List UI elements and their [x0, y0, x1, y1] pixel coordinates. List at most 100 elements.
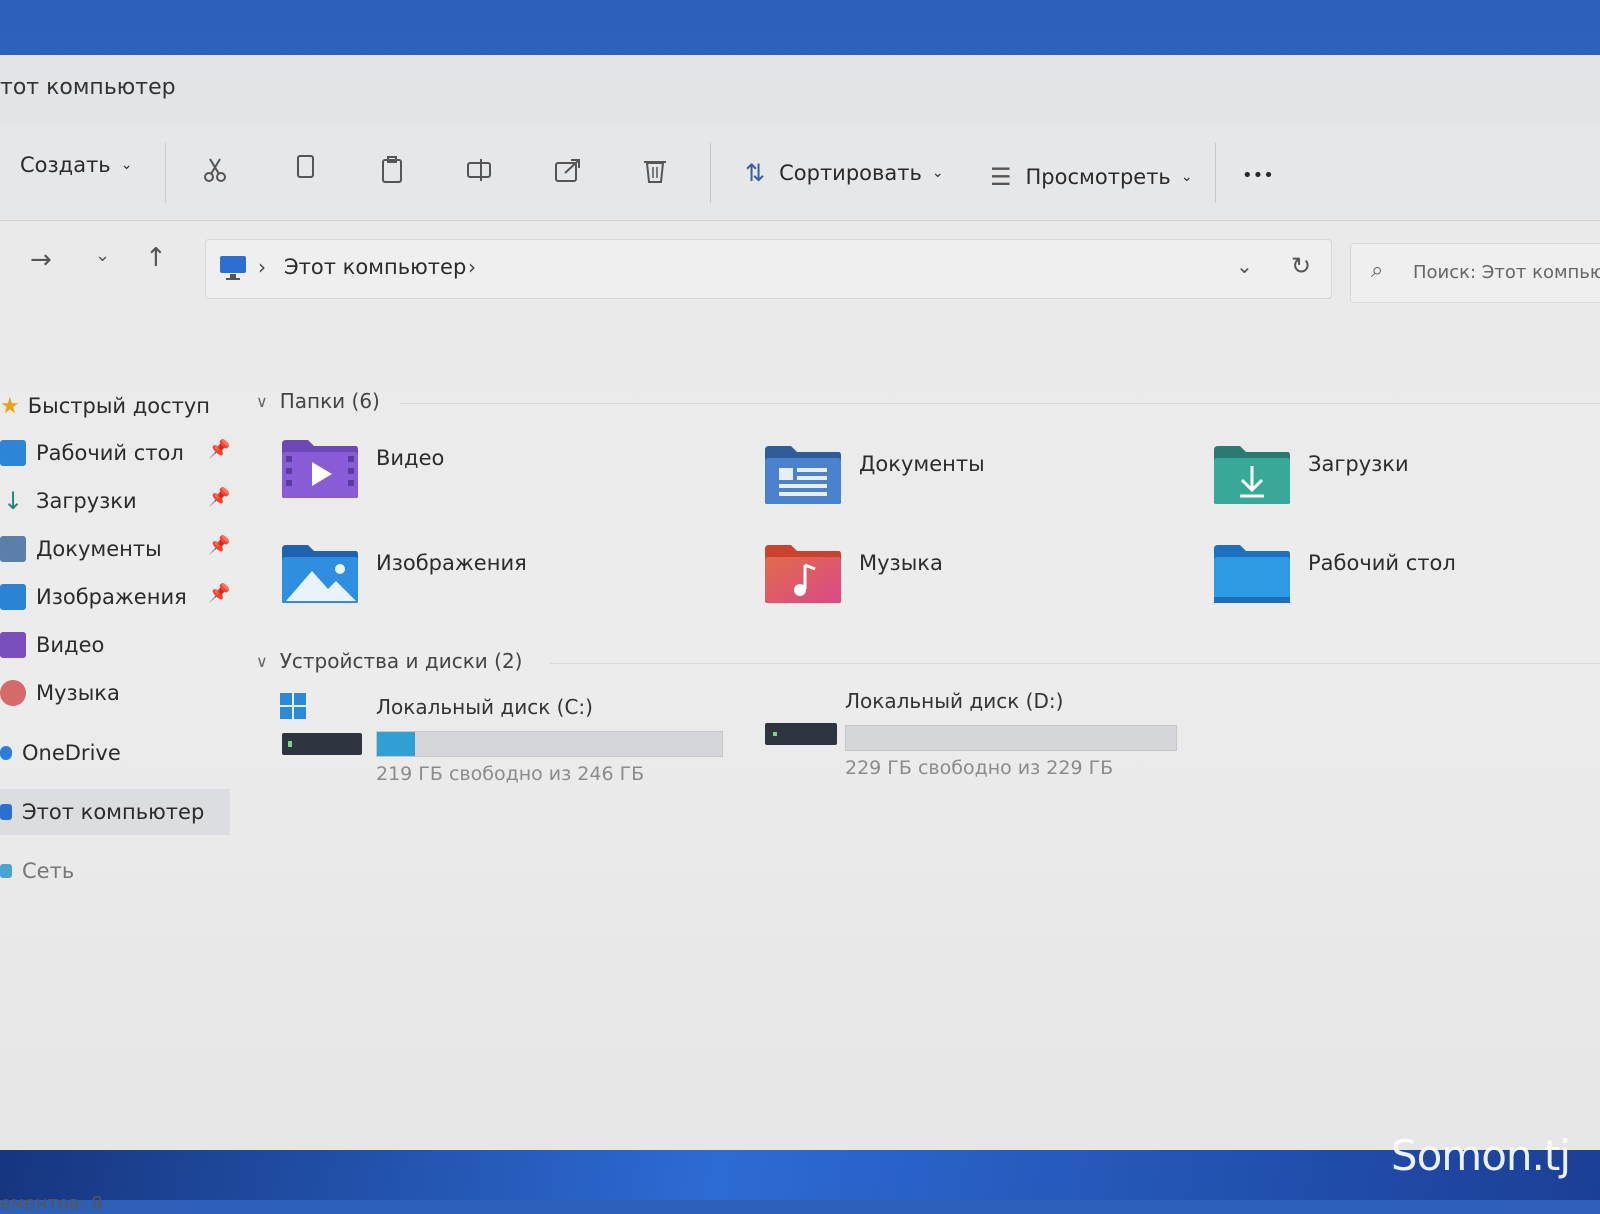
- folder-documents[interactable]: Документы: [763, 444, 985, 506]
- window-title: тот компьютер: [0, 75, 176, 100]
- sidebar-label: Музыка: [36, 681, 120, 705]
- sidebar-label: Рабочий стол: [36, 441, 184, 465]
- sidebar-label: Загрузки: [36, 489, 137, 513]
- search-box[interactable]: ⌕ Поиск: Этот компьютер: [1350, 243, 1600, 303]
- sidebar-item-pictures[interactable]: Изображения: [0, 577, 187, 617]
- hard-drive-icon: [765, 723, 837, 745]
- folder-desktop[interactable]: Рабочий стол: [1212, 543, 1456, 605]
- more-label: •••: [1242, 165, 1274, 186]
- navigation-row: → ⌄ ↑ › Этот компьютер › ⌄ ↻ ⌕ Поиск: Эт…: [0, 221, 1600, 311]
- chevron-down-icon: ∨: [256, 651, 268, 671]
- rename-icon[interactable]: [465, 155, 495, 185]
- view-button[interactable]: ☰ Просмотреть ⌄: [990, 163, 1193, 191]
- watermark-logo: Somon.tj: [1390, 1131, 1571, 1180]
- title-bar[interactable]: тот компьютер: [0, 55, 1600, 125]
- sidebar-label: Этот компьютер: [22, 800, 205, 824]
- view-label: Просмотреть: [1025, 165, 1171, 189]
- drive-usage-fill: [377, 732, 415, 756]
- devices-section-header[interactable]: ∨ Устройства и диски (2): [256, 649, 522, 673]
- sort-label: Сортировать: [779, 161, 922, 185]
- chevron-down-icon: ∨: [256, 391, 268, 411]
- sort-button[interactable]: ⇅ Сортировать ⌄: [745, 159, 944, 187]
- section-divider: [400, 403, 1600, 404]
- view-icon: ☰: [990, 163, 1012, 191]
- folders-section-header[interactable]: ∨ Папки (6): [256, 389, 380, 413]
- drive-free-space: 229 ГБ свободно из 229 ГБ: [845, 757, 1114, 779]
- pin-icon[interactable]: 📌: [208, 487, 230, 508]
- share-icon[interactable]: [553, 155, 583, 185]
- more-options-button[interactable]: •••: [1242, 165, 1274, 186]
- folders-header-label: Папки (6): [279, 389, 380, 413]
- items-count: ементов: 8: [0, 1193, 103, 1214]
- forward-arrow-icon[interactable]: →: [30, 245, 52, 275]
- pin-icon[interactable]: 📌: [208, 439, 230, 460]
- folder-label: Загрузки: [1308, 452, 1409, 476]
- sidebar-item-this-pc[interactable]: Этот компьютер: [0, 789, 230, 835]
- sidebar-item-onedrive[interactable]: OneDrive: [0, 733, 121, 773]
- status-bar: ементов: 8: [0, 1193, 103, 1214]
- search-icon: ⌕: [1371, 258, 1384, 283]
- pin-icon[interactable]: 📌: [208, 535, 230, 556]
- sidebar-label: Быстрый доступ: [27, 394, 211, 418]
- address-bar[interactable]: › Этот компьютер › ⌄ ↻: [205, 239, 1332, 299]
- cut-icon[interactable]: [200, 155, 230, 185]
- pictures-folder-icon: [282, 545, 358, 603]
- drive-c[interactable]: Локальный диск (C:) 219 ГБ свободно из 2…: [280, 691, 730, 785]
- sidebar-item-downloads[interactable]: ↓ Загрузки: [0, 481, 137, 521]
- video-icon: [0, 632, 26, 658]
- create-button[interactable]: Создать ⌄: [20, 153, 132, 177]
- folder-videos[interactable]: Видео: [280, 438, 444, 500]
- folder-label: Музыка: [859, 551, 943, 575]
- folder-pictures[interactable]: Изображения: [280, 543, 527, 605]
- download-arrow-icon: ↓: [2, 487, 24, 515]
- drive-label: Локальный диск (C:): [376, 695, 593, 719]
- pin-icon[interactable]: 📌: [208, 583, 230, 604]
- sidebar-item-music[interactable]: Музыка: [0, 673, 120, 713]
- sidebar-item-documents[interactable]: Документы: [0, 529, 162, 569]
- drive-d[interactable]: Локальный диск (D:) 229 ГБ свободно из 2…: [763, 685, 1213, 779]
- desktop-folder-icon: [0, 440, 26, 466]
- system-drive-icon: [280, 693, 362, 755]
- recent-locations-chevron-icon[interactable]: ⌄: [95, 245, 110, 266]
- breadcrumb-this-pc[interactable]: Этот компьютер: [284, 255, 466, 279]
- drive-usage-bar: [376, 731, 723, 757]
- sidebar-quick-access[interactable]: ★ Быстрый доступ: [0, 386, 210, 426]
- paste-icon[interactable]: [378, 155, 408, 185]
- breadcrumb-separator: ›: [258, 255, 266, 279]
- sidebar-item-videos[interactable]: Видео: [0, 625, 104, 665]
- folder-downloads[interactable]: Загрузки: [1212, 444, 1409, 506]
- sidebar-label: OneDrive: [22, 741, 121, 765]
- sidebar-item-desktop[interactable]: Рабочий стол: [0, 433, 184, 473]
- pictures-icon: [0, 584, 26, 610]
- chevron-down-icon: ⌄: [1180, 169, 1193, 185]
- chevron-down-icon: ⌄: [120, 157, 133, 173]
- documents-icon: [0, 536, 26, 562]
- star-icon: ★: [0, 393, 20, 419]
- toolbar-divider: [1215, 143, 1216, 203]
- network-icon: [0, 864, 12, 878]
- music-icon: [0, 680, 26, 706]
- main-content: ∨ Папки (6) Видео Документы Загрузки Изо…: [250, 311, 1600, 1131]
- toolbar-divider: [710, 143, 711, 203]
- delete-icon[interactable]: [640, 155, 670, 185]
- desktop-folder-icon: [1214, 545, 1290, 603]
- section-divider: [550, 663, 1600, 664]
- sidebar-label: Видео: [36, 633, 105, 657]
- create-label: Создать: [20, 153, 111, 177]
- folder-music[interactable]: Музыка: [763, 543, 943, 605]
- copy-icon[interactable]: [290, 153, 320, 183]
- sidebar-label: Изображения: [36, 585, 187, 609]
- computer-icon: [220, 256, 246, 280]
- navigation-pane: ★ Быстрый доступ Рабочий стол 📌 ↓ Загруз…: [0, 311, 240, 1131]
- up-arrow-icon[interactable]: ↑: [145, 243, 167, 273]
- music-folder-icon: [765, 545, 841, 603]
- sort-icon: ⇅: [745, 159, 766, 187]
- chevron-down-icon: ⌄: [931, 165, 944, 181]
- address-history-chevron-icon[interactable]: ⌄: [1236, 254, 1253, 278]
- sidebar-label: Сеть: [22, 859, 75, 883]
- sidebar-item-network[interactable]: Сеть: [0, 851, 74, 891]
- refresh-icon[interactable]: ↻: [1291, 252, 1311, 280]
- video-folder-icon: [282, 440, 358, 498]
- search-placeholder: Поиск: Этот компьютер: [1413, 262, 1600, 283]
- breadcrumb-separator[interactable]: ›: [468, 255, 476, 279]
